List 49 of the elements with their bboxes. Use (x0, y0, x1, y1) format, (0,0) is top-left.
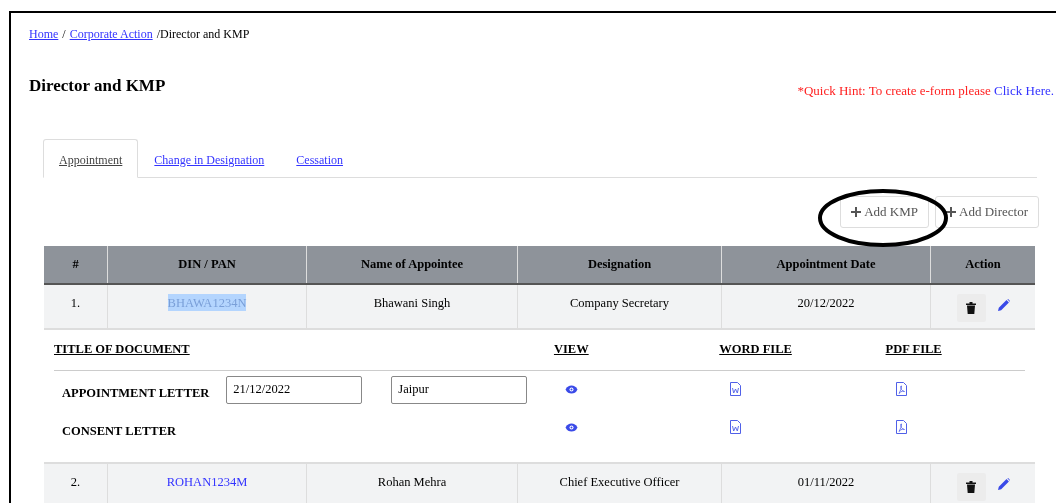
add-button[interactable]: Add KMP (840, 195, 930, 228)
eye-icon[interactable] (564, 384, 578, 394)
word-file-icon[interactable] (730, 419, 742, 434)
table-cell-text: Chief Executive Officer (559, 473, 680, 490)
document-title: CONSENT LETTER (62, 423, 177, 438)
plus-icon (946, 206, 957, 217)
word-file-icon[interactable] (730, 381, 742, 396)
document-column-header: VIEW (553, 341, 589, 356)
table-cell-text: Rohan Mehra (377, 473, 447, 490)
pdf-file-icon[interactable] (895, 381, 907, 396)
tab[interactable]: Change in Designation (138, 138, 281, 177)
breadcrumb-text: /Director and KMP (156, 26, 250, 43)
table-cell-text: Bhawani Singh (373, 294, 451, 311)
document-column-header: WORD FILE (719, 341, 792, 356)
place-field[interactable]: Jaipur (391, 375, 528, 404)
table-cell-text: 1. (70, 294, 81, 311)
trash-icon (966, 481, 976, 493)
page-title: Director and KMP (29, 75, 166, 97)
pdf-file-icon[interactable] (895, 419, 907, 434)
delete-button[interactable] (956, 294, 986, 322)
din-link[interactable]: ROHAN1234M (166, 472, 248, 490)
tab[interactable]: Appointment (43, 138, 139, 178)
add-button[interactable]: Add Director (935, 195, 1039, 228)
table-cell-text: Company Secretary (570, 294, 669, 311)
breadcrumb-link[interactable]: Corporate Action (69, 25, 153, 43)
tab[interactable]: Cessation (280, 138, 359, 177)
column-header: DIN / PAN (108, 245, 307, 283)
table-cell-text: 2. (70, 473, 81, 490)
table-cell-text: 20/12/2022 (797, 294, 855, 311)
click-here-link[interactable]: Click Here. (994, 83, 1054, 98)
plus-icon (851, 206, 862, 217)
eye-icon[interactable] (564, 422, 578, 432)
breadcrumb-link[interactable]: Home (29, 25, 59, 43)
edit-icon[interactable] (997, 299, 1010, 311)
date-field[interactable]: 21/12/2022 (226, 375, 363, 404)
document-title: APPOINTMENT LETTER (62, 385, 210, 400)
trash-icon (966, 302, 976, 314)
column-header: Appointment Date (722, 245, 931, 283)
hint-text: *Quick Hint: To create e-form please (797, 83, 991, 98)
column-header: # (44, 245, 108, 283)
table-cell-text: 01/11/2022 (797, 473, 855, 490)
delete-button[interactable] (956, 473, 986, 501)
breadcrumb-text: / (62, 26, 66, 43)
document-column-header: TITLE OF DOCUMENT (54, 341, 190, 356)
column-header: Designation (518, 245, 722, 283)
column-header: Name of Appointee (307, 245, 518, 283)
edit-icon[interactable] (997, 478, 1010, 490)
column-header: Action (964, 255, 1002, 273)
document-column-header: PDF FILE (885, 341, 942, 356)
